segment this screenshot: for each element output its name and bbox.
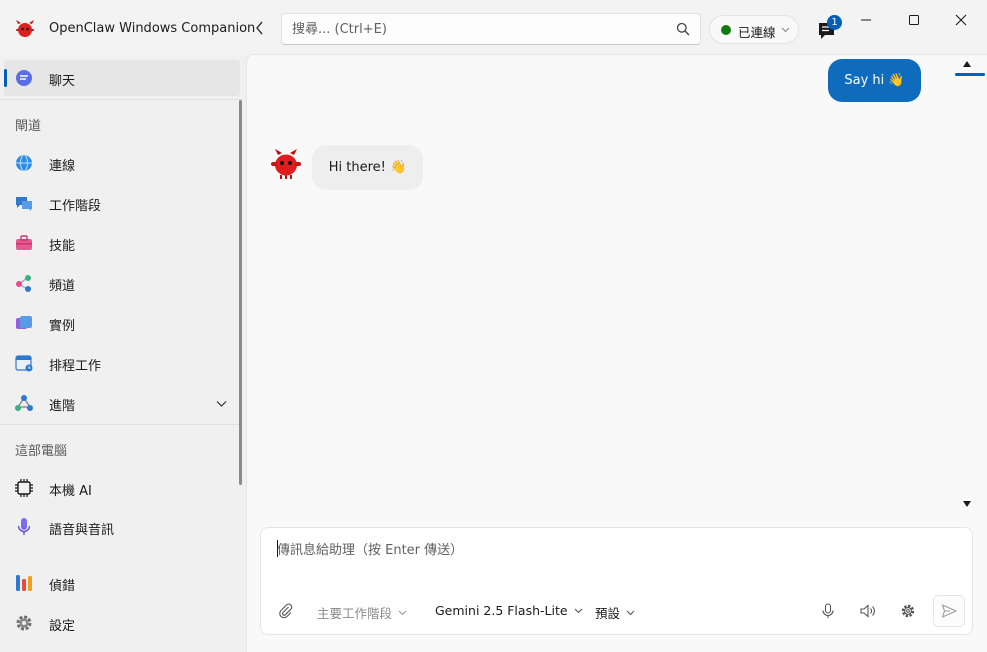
maximize-icon [909,15,919,25]
notification-count-badge: 1 [827,15,842,30]
chevron-down-icon [398,610,407,616]
message-composer: 主要工作階段 Gemini 2.5 Flash-Lite 預設 [260,527,973,635]
settings-gear-icon [16,615,32,631]
toolbox-icon [16,235,32,250]
microphone-icon [822,603,834,618]
model-select[interactable]: Gemini 2.5 Flash-Lite [435,603,583,618]
sidebar: 聊天 閘道 連線 工作階段 技能 頻道 實例 排程工作 進階 這部電腦 本機 A… [0,56,246,652]
sidebar-item-skills[interactable]: 技能 [4,225,240,261]
close-button[interactable] [946,8,976,32]
sessions-icon [16,197,32,211]
globe-icon [16,154,32,172]
sidebar-item-label: 技能 [49,239,76,254]
sidebar-scrollbar[interactable] [239,100,242,485]
sidebar-item-instances[interactable]: 實例 [4,305,240,341]
sidebar-item-label: 頻道 [49,279,76,294]
sidebar-item-local-ai[interactable]: 本機 AI [4,470,240,506]
chevron-down-icon [574,608,582,614]
selection-indicator [4,69,7,87]
sidebar-item-label: 實例 [49,319,76,334]
app-logo-icon [16,20,34,37]
maximize-button[interactable] [899,8,929,32]
sidebar-item-advanced[interactable]: 進階 [4,385,240,421]
app-title: OpenClaw Windows Companion [49,21,256,36]
session-select[interactable]: 主要工作階段 [317,603,407,622]
sidebar-item-label: 偵錯 [49,579,76,594]
speaker-icon [860,604,875,618]
channels-icon [16,275,31,292]
sidebar-item-debug[interactable]: 偵錯 [4,565,240,601]
assistant-message-bubble: Hi there! 👋 [312,145,423,190]
preset-select[interactable]: 預設 [595,603,635,622]
user-message-bubble: Say hi 👋 [828,59,921,102]
sidebar-item-label: 工作階段 [49,199,102,214]
sidebar-item-settings[interactable]: 設定 [4,605,240,641]
voice-input-button[interactable] [819,602,837,620]
sidebar-item-label: 設定 [49,619,76,634]
speaker-button[interactable] [859,602,877,620]
model-select-value: Gemini 2.5 Flash-Lite [435,603,568,618]
section-title-gateway: 閘道 [15,119,42,134]
sidebar-item-label: 語音與音訊 [49,523,115,538]
sidebar-item-label: 連線 [49,159,76,174]
message-input[interactable] [277,539,957,579]
minimize-button[interactable] [851,8,881,32]
gear-icon [901,604,915,618]
back-button[interactable] [249,16,271,40]
scroll-down-arrow-icon[interactable] [961,499,973,509]
text-caret [277,540,278,557]
sidebar-item-connection[interactable]: 連線 [4,145,240,181]
status-dot [721,25,731,35]
sidebar-item-label: 進階 [49,399,76,414]
sidebar-item-sessions[interactable]: 工作階段 [4,185,240,221]
section-title-this-pc: 這部電腦 [15,444,68,459]
notifications-button[interactable]: 1 [814,14,844,44]
calendar-icon [15,355,33,372]
close-icon [955,14,967,26]
send-icon [941,604,957,618]
chat-settings-button[interactable] [899,602,917,620]
scroll-up-arrow-icon[interactable] [961,59,973,69]
divider [0,99,242,100]
microphone-icon [17,518,31,535]
minimize-icon [861,19,871,21]
connection-status-dropdown[interactable]: 已連線 [709,15,799,44]
session-select-value: 主要工作階段 [317,606,393,621]
debug-tools-icon [16,575,32,591]
chip-icon [15,479,33,497]
status-label: 已連線 [738,25,776,40]
sidebar-item-scheduled-tasks[interactable]: 排程工作 [4,345,240,381]
chevron-down-icon [216,401,227,407]
preset-select-value: 預設 [595,606,621,621]
chevron-down-icon [626,610,635,616]
attach-button[interactable] [277,602,295,620]
sidebar-item-label: 本機 AI [49,484,92,499]
chat-panel: Say hi 👋 Hi there! 👋 主要工作階段 Gemini 2.5 F… [246,54,987,652]
send-button[interactable] [933,595,965,627]
advanced-icon [15,395,33,411]
sidebar-item-chat[interactable]: 聊天 [4,60,240,96]
sidebar-item-voice-audio[interactable]: 語音與音訊 [4,509,240,545]
chat-icon [16,70,32,86]
search-icon[interactable] [676,22,690,36]
instances-icon [16,316,32,329]
search-input[interactable] [292,20,662,39]
sidebar-item-channels[interactable]: 頻道 [4,265,240,301]
title-bar: OpenClaw Windows Companion 已連線 1 [0,0,987,56]
chat-scrollbar-thumb[interactable] [955,73,985,76]
bot-avatar-icon [271,149,301,179]
sidebar-item-label: 排程工作 [49,359,102,374]
chevron-left-icon [256,21,263,35]
chevron-down-icon [781,27,790,33]
sidebar-item-label: 聊天 [49,74,76,89]
paperclip-icon [279,603,293,619]
divider [0,424,242,425]
search-box[interactable] [281,13,701,45]
